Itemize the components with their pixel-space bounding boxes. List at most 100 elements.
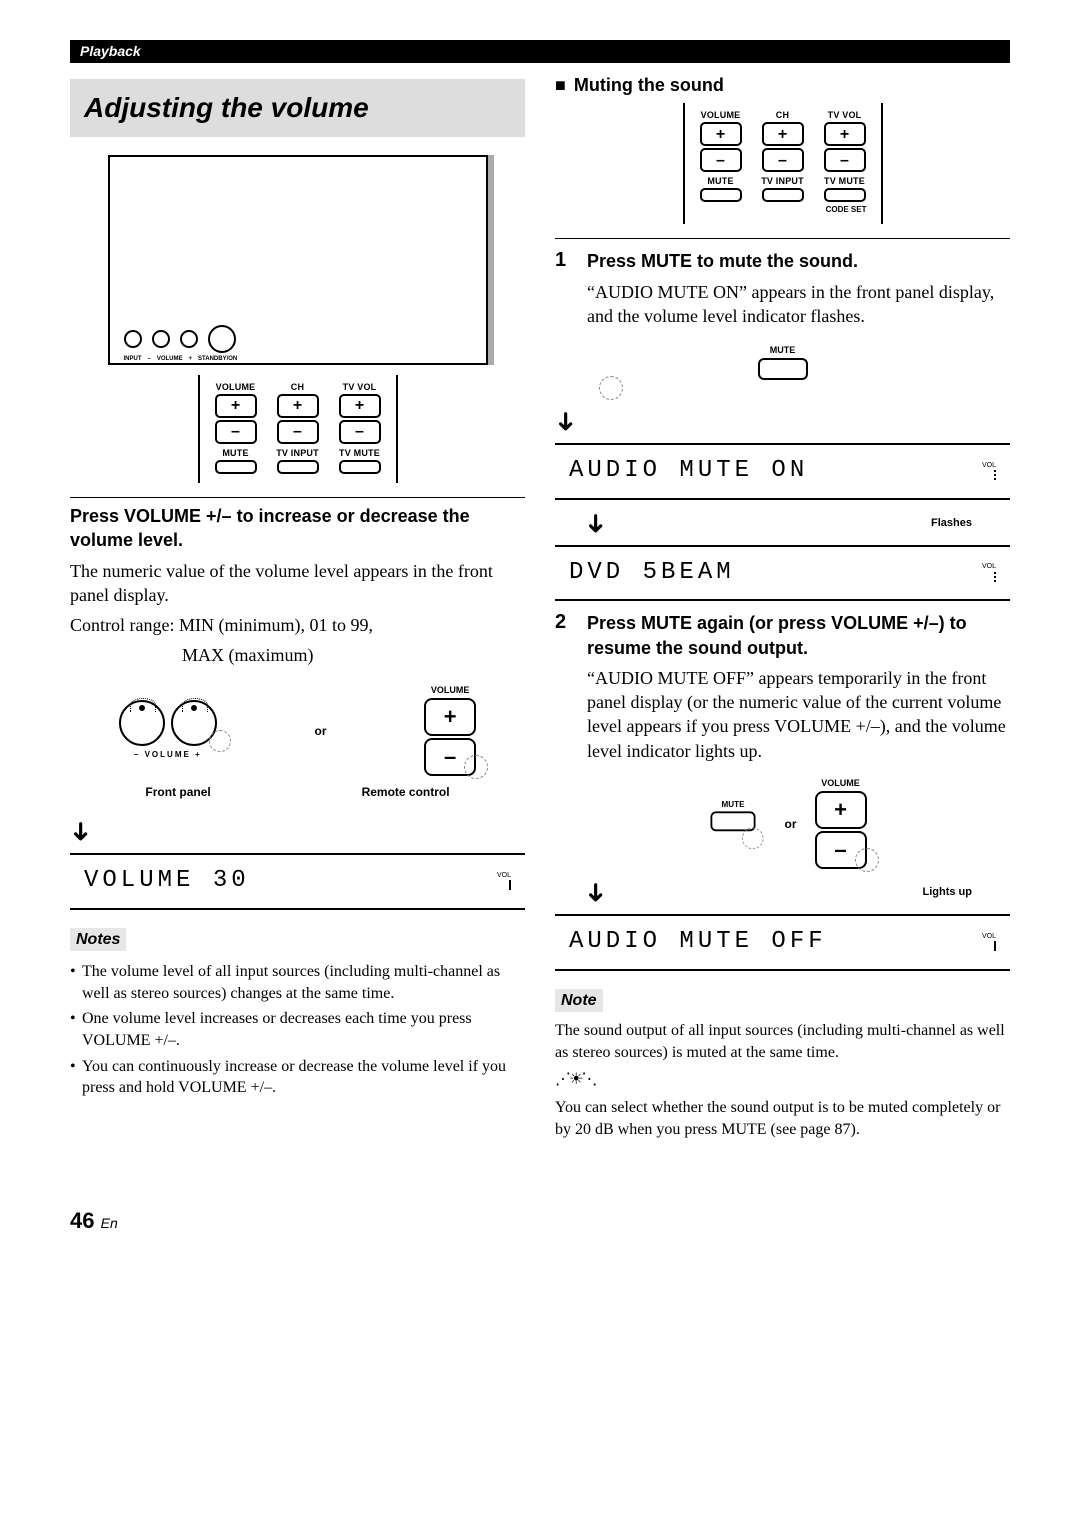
caption-row: Front panel Remote control	[70, 784, 525, 800]
volume-label: VOLUME	[424, 684, 476, 696]
rc-btn-sm	[277, 460, 319, 474]
rc-ch: CH	[755, 109, 811, 121]
mute-label: MUTE	[555, 344, 1010, 356]
lcd-mute-on: AUDIO MUTE ON VOL	[555, 443, 1010, 499]
muting-heading-text: Muting the sound	[574, 75, 724, 95]
note-item: The volume level of all input sources (i…	[70, 961, 525, 1004]
down-arrow-icon: ➜	[578, 512, 613, 534]
vol-indicator: VOL	[497, 873, 511, 891]
flashes-label: Flashes	[931, 516, 972, 531]
vol-tiny-label: VOL	[497, 872, 511, 879]
step1-body: “AUDIO MUTE ON” appears in the front pan…	[587, 280, 1010, 329]
lcd-dvd-text: DVD 5BEAM	[569, 557, 735, 589]
rc-l-vol: VOLUME	[208, 381, 264, 393]
note-heading: Note	[555, 989, 603, 1013]
page-number-value: 46	[70, 1208, 94, 1233]
vol-tiny: VOL	[982, 933, 996, 940]
rc-btn: +	[215, 394, 257, 418]
mute-icon-block: MUTE	[555, 344, 1010, 400]
rc-btn: –	[277, 420, 319, 444]
lcd-mute-off-text: AUDIO MUTE OFF	[569, 926, 827, 958]
range1: Control range: MIN (minimum), 01 to 99,	[70, 613, 525, 637]
remote-vol-btns: VOLUME + –	[424, 684, 476, 778]
right-column: ■ Muting the sound VOLUME CH TV VOL + + +…	[555, 73, 1010, 1146]
left-column: Adjusting the volume INPUT – VOLUME + ST…	[70, 73, 525, 1146]
knob-input	[124, 330, 142, 348]
note-item: One volume level increases or decreases …	[70, 1008, 525, 1051]
square-bullet-icon: ■	[555, 75, 566, 95]
step2-body: “AUDIO MUTE OFF” appears temporarily in …	[587, 666, 1010, 763]
rc-btn: –	[824, 148, 866, 172]
rc-mute: MUTE	[693, 175, 749, 187]
down-arrow-icon: ➜	[578, 882, 613, 904]
dial-icon	[171, 700, 217, 746]
rc-btn-sm	[700, 188, 742, 202]
rc-tvinput: TV INPUT	[755, 175, 811, 187]
or-label: or	[785, 816, 797, 832]
range2: MAX (maximum)	[70, 643, 525, 667]
cap-front: Front panel	[145, 784, 210, 800]
device-knobs	[124, 325, 236, 353]
notes-heading: Notes	[70, 928, 126, 952]
note-body: The sound output of all input sources (i…	[555, 1020, 1010, 1063]
rc-vol: VOLUME	[693, 109, 749, 121]
rc-btn: +	[277, 394, 319, 418]
codeset-label: CODE SET	[693, 205, 873, 216]
rc-btn-sm	[824, 188, 866, 202]
mute-button-icon	[758, 358, 808, 380]
vol-tiny: VOL	[982, 563, 996, 570]
press-hand-icon	[742, 828, 764, 850]
lightsup-label: Lights up	[923, 885, 973, 900]
knob-standby	[208, 325, 236, 353]
instr-bold: Press VOLUME +/– to increase or decrease…	[70, 504, 525, 553]
note-item: You can continuously increase or decreas…	[70, 1056, 525, 1099]
tip-icon: ⋰☀⋱	[555, 1069, 1010, 1091]
lbl-vol: VOLUME	[157, 355, 183, 363]
lcd-dvd: DVD 5BEAM VOL	[555, 545, 1010, 601]
device-knob-labels: INPUT – VOLUME + STANDBY/ON	[124, 355, 238, 363]
mute-label: MUTE	[702, 799, 763, 810]
down-arrow-icon: ➜	[548, 411, 583, 433]
device-illustration: INPUT – VOLUME + STANDBY/ON	[108, 155, 488, 365]
page-columns: Adjusting the volume INPUT – VOLUME + ST…	[70, 73, 1010, 1146]
rc-btn: +	[700, 122, 742, 146]
step-number: 2	[555, 609, 577, 769]
notes-list: The volume level of all input sources (i…	[70, 961, 525, 1099]
divider	[70, 497, 525, 498]
rc-l-tvmute: TV MUTE	[332, 447, 388, 459]
step2-bold: Press MUTE again (or press VOLUME +/–) t…	[587, 611, 1010, 660]
vol-indicator-flash: VOL	[982, 564, 996, 582]
cap-remote: Remote control	[362, 784, 450, 800]
front-panel-dials: – VOLUME +	[119, 700, 217, 761]
or-label: or	[314, 723, 326, 739]
knob-vol-minus	[152, 330, 170, 348]
vol-illustration: – VOLUME + or VOLUME + –	[70, 684, 525, 778]
mute-or-vol: MUTE or VOLUME + –	[555, 777, 1010, 871]
rc-btn-sm	[762, 188, 804, 202]
lbl-volm: –	[148, 355, 151, 363]
rc-l-tvinput: TV INPUT	[270, 447, 326, 459]
rc-btn: –	[700, 148, 742, 172]
lcd-volume: VOLUME 30 VOL	[70, 853, 525, 909]
step-2: 2 Press MUTE again (or press VOLUME +/–)…	[555, 609, 1010, 769]
vol-tiny: VOL	[982, 462, 996, 469]
page-title: Adjusting the volume	[70, 79, 525, 137]
rc-l-mute: MUTE	[208, 447, 264, 459]
step1-bold: Press MUTE to mute the sound.	[587, 249, 1010, 273]
page-number: 46 En	[70, 1206, 1010, 1236]
lbl-input: INPUT	[124, 355, 142, 363]
remote-vol-btns: VOLUME + –	[815, 777, 867, 871]
lcd-mute-off: AUDIO MUTE OFF VOL	[555, 914, 1010, 970]
volume-label: VOLUME	[815, 777, 867, 789]
lbl-standby: STANDBY/ON	[198, 355, 237, 363]
divider	[555, 238, 1010, 239]
press-hand-icon	[599, 376, 623, 400]
lbl-volp: +	[189, 355, 193, 363]
rc-tvvol: TV VOL	[817, 109, 873, 121]
remote-pad-right: VOLUME CH TV VOL + + + – – – MUTE TV INP…	[683, 103, 883, 224]
section-header-text: Playback	[80, 43, 141, 59]
step-1: 1 Press MUTE to mute the sound. “AUDIO M…	[555, 247, 1010, 334]
vol-plus-button: +	[815, 791, 867, 829]
remote-pad-left: VOLUME CH TV VOL + + + – – – MUTE TV INP…	[198, 375, 398, 483]
rc-l-ch: CH	[270, 381, 326, 393]
